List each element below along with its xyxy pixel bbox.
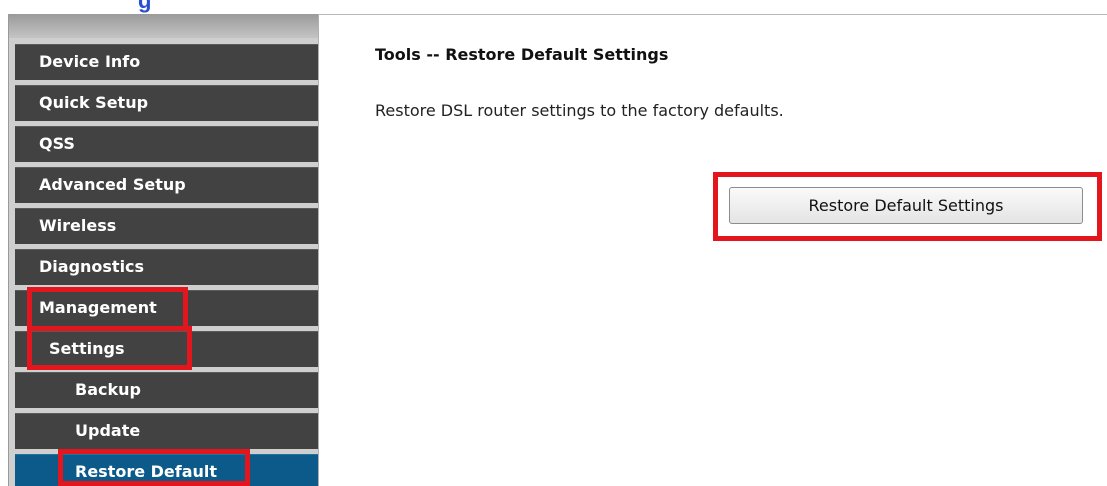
sidebar-item-label: Settings xyxy=(49,339,125,358)
sidebar-item-wireless[interactable]: Wireless xyxy=(15,208,318,244)
sidebar-item-label: QSS xyxy=(39,134,75,153)
sidebar-item-label: Update xyxy=(75,421,141,440)
sidebar-item-label: Quick Setup xyxy=(39,93,149,112)
sidebar-item-label: Wireless xyxy=(39,216,117,235)
sidebar-item-management[interactable]: Management xyxy=(15,290,318,326)
sidebar-item-label: Backup xyxy=(75,380,141,399)
header-title-fragment: g xyxy=(0,0,320,14)
sidebar-item-label: Restore Default xyxy=(75,462,218,481)
sidebar-item-label: Diagnostics xyxy=(39,257,145,276)
sidebar-item-qss[interactable]: QSS xyxy=(15,126,318,162)
main-content: Tools -- Restore Default Settings Restor… xyxy=(319,14,1107,486)
sidebar-item-label: Management xyxy=(39,298,157,317)
restore-default-settings-button[interactable]: Restore Default Settings xyxy=(729,187,1083,224)
sidebar-item-advanced-setup[interactable]: Advanced Setup xyxy=(15,167,318,203)
page-title: Tools -- Restore Default Settings xyxy=(375,45,669,64)
sidebar-item-label: Advanced Setup xyxy=(39,175,186,194)
sidebar-header xyxy=(9,14,318,38)
header-title-text: g xyxy=(138,0,152,13)
sidebar-item-diagnostics[interactable]: Diagnostics xyxy=(15,249,318,285)
sidebar-item-quick-setup[interactable]: Quick Setup xyxy=(15,85,318,121)
sidebar-item-restore-default[interactable]: Restore Default xyxy=(15,454,318,486)
sidebar-item-label: Device Info xyxy=(39,52,141,71)
page-description: Restore DSL router settings to the facto… xyxy=(375,101,784,120)
sidebar-menu: Device Info Quick Setup QSS Advanced Set… xyxy=(8,14,320,486)
sidebar-item-device-info[interactable]: Device Info xyxy=(15,44,318,80)
sidebar-item-backup[interactable]: Backup xyxy=(15,372,318,408)
sidebar-item-settings[interactable]: Settings xyxy=(15,331,318,367)
sidebar-item-update[interactable]: Update xyxy=(15,413,318,449)
